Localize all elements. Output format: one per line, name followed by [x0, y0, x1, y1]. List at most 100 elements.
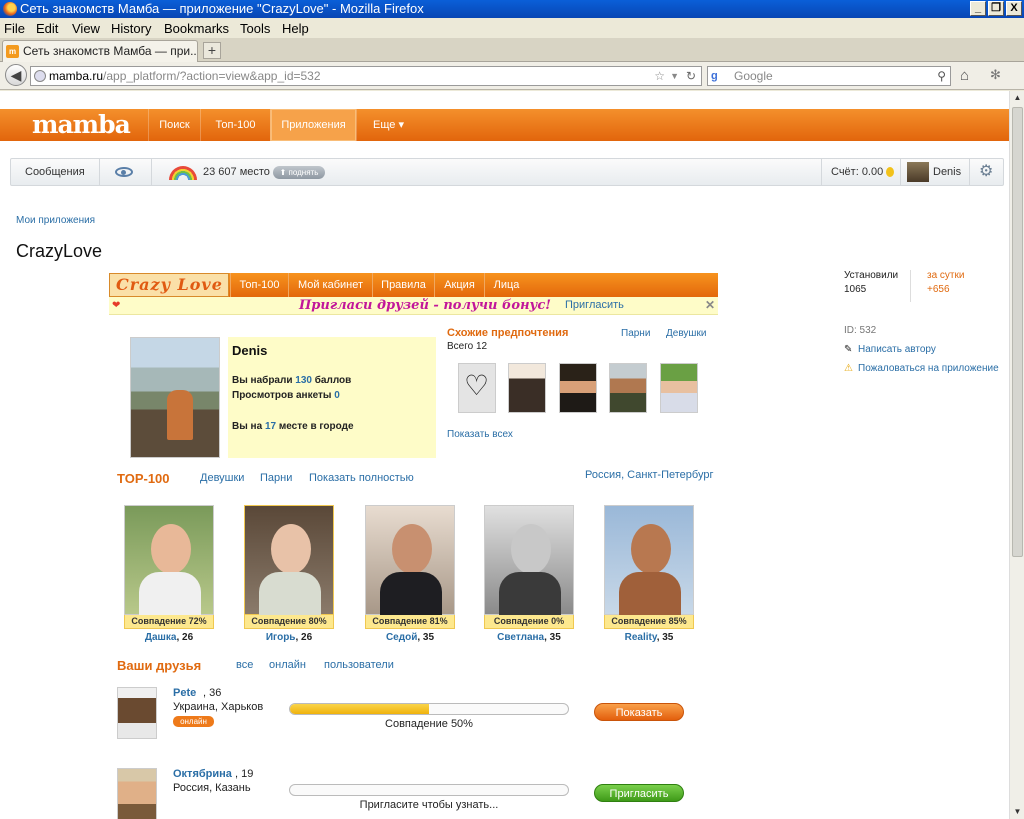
top-name-link[interactable]: Светлана [497, 632, 544, 643]
balance-text[interactable]: Счёт: 0.00 [831, 159, 895, 185]
top-card[interactable]: Совпадение 81% Седой, 35 [365, 505, 455, 643]
scroll-down-icon[interactable]: ▼ [1011, 805, 1024, 819]
similar-thumb[interactable] [458, 363, 496, 413]
top-photo[interactable] [484, 505, 574, 615]
similar-girls-link[interactable]: Девушки [666, 328, 706, 339]
top100-show-full-link[interactable]: Показать полностью [309, 472, 414, 484]
top-photo[interactable] [244, 505, 334, 615]
top-photo[interactable] [365, 505, 455, 615]
match-badge: Совпадение 80% [244, 615, 334, 629]
app-tab-action[interactable]: Акция [434, 273, 484, 297]
similar-thumb[interactable] [508, 363, 546, 413]
url-dropdown-icon[interactable]: ▼ [670, 67, 679, 85]
top100-boys-link[interactable]: Парни [260, 472, 292, 484]
nav-search[interactable]: Поиск [148, 109, 200, 141]
bookmark-star-icon[interactable]: ☆ [654, 67, 665, 85]
close-window-button[interactable]: X [1006, 1, 1022, 16]
scrollbar-thumb[interactable] [1012, 107, 1023, 557]
friends-users-link[interactable]: пользователи [324, 659, 394, 671]
app-tab-faces[interactable]: Лица [484, 273, 528, 297]
new-tab-button[interactable]: + [203, 42, 221, 59]
show-all-link[interactable]: Показать всех [447, 429, 513, 440]
menu-history[interactable]: History [111, 21, 151, 36]
top-card[interactable]: Совпадение 85% Reality, 35 [604, 505, 694, 643]
mamba-logo[interactable]: mamba [32, 110, 131, 139]
top-card[interactable]: Совпадение 80% Игорь, 26 [244, 505, 334, 643]
app-tab-rules[interactable]: Правила [372, 273, 434, 297]
reload-icon[interactable]: ↻ [686, 67, 696, 85]
addon-icon[interactable]: ✻ [990, 67, 1001, 83]
friends-all-link[interactable]: все [236, 659, 253, 671]
crazylove-logo[interactable]: Crazy Love [109, 273, 229, 297]
messages-link[interactable]: Сообщения [25, 159, 85, 185]
tab-bar: m Сеть знакомств Мамба — при... + [0, 38, 1024, 62]
top-name-link[interactable]: Дашка [145, 632, 177, 643]
top-name-link[interactable]: Седой [386, 632, 417, 643]
nav-top100[interactable]: Топ-100 [200, 109, 270, 141]
menu-edit[interactable]: Edit [36, 21, 58, 36]
nav-more[interactable]: Еще ▾ [356, 109, 420, 141]
menu-tools[interactable]: Tools [240, 21, 270, 36]
daily-label: за сутки [927, 270, 965, 281]
complain-link[interactable]: ⚠ Пожаловаться на приложение [844, 363, 999, 374]
vertical-scrollbar[interactable]: ▲ ▼ [1009, 91, 1024, 819]
top-photo[interactable] [124, 505, 214, 615]
globe-icon [34, 70, 46, 82]
friend-avatar[interactable] [117, 768, 157, 819]
search-input[interactable]: Google [734, 69, 773, 83]
mamba-favicon-icon: m [6, 45, 19, 58]
search-bar[interactable]: g Google ⚲ [707, 66, 951, 86]
search-icon[interactable]: ⚲ [937, 67, 946, 85]
show-button[interactable]: Показать [594, 703, 684, 721]
top-name-link[interactable]: Reality [625, 632, 657, 643]
promo-invite-link[interactable]: Пригласить [565, 299, 624, 311]
top-card[interactable]: Совпадение 72% Дашка, 26 [124, 505, 214, 643]
place-link[interactable]: 17 [265, 421, 276, 432]
region-link[interactable]: Россия, Санкт-Петербург [585, 469, 713, 481]
scroll-up-icon[interactable]: ▲ [1011, 91, 1024, 105]
menu-view[interactable]: View [72, 21, 100, 36]
top-photo[interactable] [604, 505, 694, 615]
app-tab-cabinet[interactable]: Мой кабинет [288, 273, 372, 297]
match-badge: Совпадение 85% [604, 615, 694, 629]
write-author-link[interactable]: ✎ Написать автору [844, 344, 936, 355]
menu-bookmarks[interactable]: Bookmarks [164, 21, 229, 36]
app-nav: Crazy Love Топ-100 Мой кабинет Правила А… [109, 273, 718, 297]
invite-progress-label: Пригласите чтобы узнать... [359, 799, 499, 811]
minimize-button[interactable]: _ [970, 1, 986, 16]
app-tab-top100[interactable]: Топ-100 [230, 273, 288, 297]
restore-button[interactable]: ❐ [988, 1, 1004, 16]
avatar[interactable] [907, 162, 929, 182]
similar-thumb[interactable] [609, 363, 647, 413]
close-icon[interactable]: ✕ [705, 298, 715, 312]
home-icon[interactable]: ⌂ [960, 67, 969, 84]
back-button[interactable]: ◀ [5, 64, 27, 86]
score-link[interactable]: 130 [295, 375, 312, 386]
top100-girls-link[interactable]: Девушки [200, 472, 244, 484]
friend-name-link[interactable]: Pete [173, 687, 196, 699]
url-bar[interactable]: mamba.ru/app_platform/?action=view&app_i… [30, 66, 702, 86]
top-card[interactable]: Совпадение 0% Светлана, 35 [484, 505, 574, 643]
friends-title: Ваши друзья [117, 658, 202, 673]
similar-thumb[interactable] [559, 363, 597, 413]
navigation-bar: ◀ mamba.ru/app_platform/?action=view&app… [0, 62, 1024, 90]
eye-icon[interactable] [115, 167, 133, 177]
profile-photo[interactable] [130, 337, 220, 458]
invite-button[interactable]: Пригласить [594, 784, 684, 802]
similar-thumb[interactable] [660, 363, 698, 413]
match-badge: Совпадение 0% [484, 615, 574, 629]
raise-button[interactable]: ⬆ поднять [273, 166, 325, 179]
tab-mamba[interactable]: m Сеть знакомств Мамба — при... [2, 40, 198, 62]
gear-icon[interactable]: ⚙ [979, 164, 995, 180]
user-name[interactable]: Denis [933, 159, 961, 185]
friends-online-link[interactable]: онлайн [269, 659, 306, 671]
breadcrumb[interactable]: Мои приложения [16, 215, 95, 226]
friend-avatar[interactable] [117, 687, 157, 739]
views-link[interactable]: 0 [334, 390, 340, 401]
menu-help[interactable]: Help [282, 21, 309, 36]
menu-file[interactable]: File [4, 21, 25, 36]
similar-boys-link[interactable]: Парни [621, 328, 650, 339]
nav-apps[interactable]: Приложения [270, 109, 356, 141]
friend-name-link[interactable]: Октябрина [173, 768, 232, 780]
top-name-link[interactable]: Игорь [266, 632, 296, 643]
